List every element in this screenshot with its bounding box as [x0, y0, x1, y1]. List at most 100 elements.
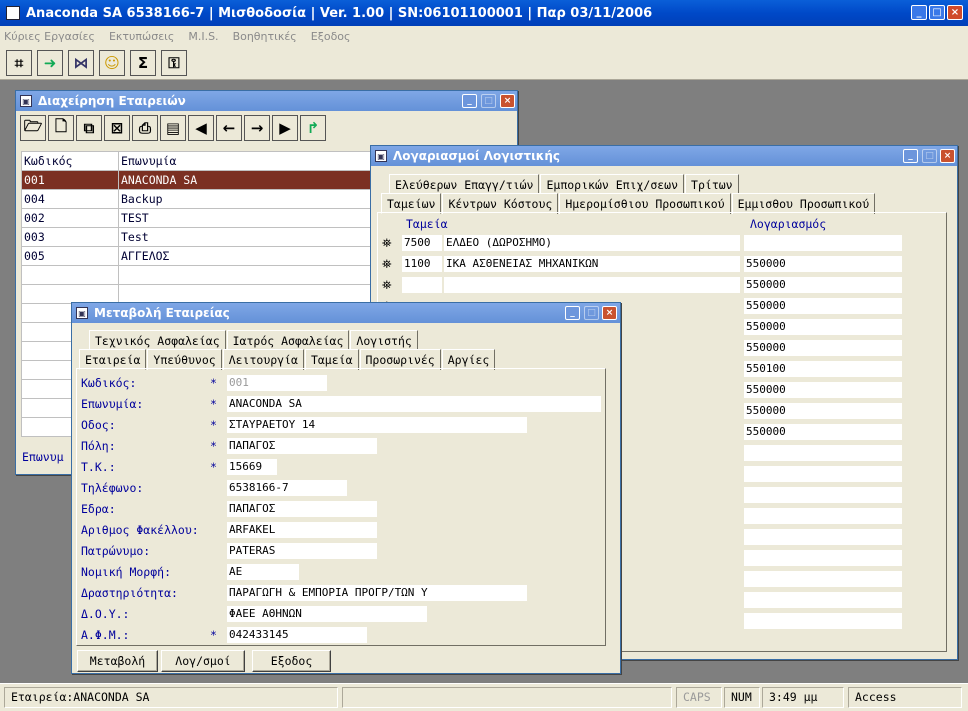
account-field[interactable]: 550000	[744, 403, 902, 419]
binoculars-icon[interactable]: ⛯	[382, 278, 392, 293]
tab-accountant[interactable]: Λογιστής	[350, 330, 418, 350]
binoculars-icon[interactable]: ⛯	[382, 257, 392, 272]
minimize-button[interactable]: _	[911, 5, 927, 20]
minimize-button[interactable]: _	[903, 149, 918, 163]
column-header-name[interactable]: Επωνυμία	[118, 151, 377, 171]
tab-third-parties[interactable]: Τρίτων	[685, 174, 739, 194]
tab-holidays[interactable]: Αργίες	[441, 349, 496, 370]
new-document-icon[interactable]: 🗋	[48, 115, 74, 141]
tab-businesses[interactable]: Εμπορικών Επιχ/σεων	[540, 174, 685, 194]
table-row[interactable]: 005 ΑΓΓΕΛΟΣ	[21, 246, 377, 266]
form-field[interactable]: ΠΑΡΑΓΩΓΗ & ΕΜΠΟΡΙΑ ΠΡΟΓΡ/ΤΩΝ Υ	[227, 585, 527, 601]
account-field[interactable]: 550000	[744, 277, 902, 293]
companies-title-bar[interactable]: ▣ Διαχείρηση Εταιρειών _ □ ×	[16, 91, 517, 111]
account-field[interactable]	[744, 592, 902, 608]
cell-name[interactable]: ANACONDA SA	[118, 170, 377, 190]
account-field[interactable]	[744, 235, 902, 251]
menu-exit[interactable]: Εξοδος	[311, 30, 351, 43]
menu-mis[interactable]: M.I.S.	[188, 30, 218, 43]
fund-code[interactable]: 7500	[402, 235, 442, 251]
account-field[interactable]: 550000	[744, 298, 902, 314]
account-field[interactable]	[744, 613, 902, 629]
network-icon[interactable]: ⋈	[68, 49, 94, 76]
fund-name[interactable]	[444, 277, 740, 293]
account-field[interactable]: 550000	[744, 340, 902, 356]
delete-icon[interactable]: ⊠	[104, 115, 130, 141]
tab-safety-doctor[interactable]: Ιατρός Ασφαλείας	[226, 330, 350, 350]
cell-code[interactable]: 003	[21, 227, 119, 247]
close-button[interactable]: ×	[500, 94, 515, 108]
tab-responsible[interactable]: Υπεύθυνος	[147, 349, 222, 370]
tab-funds[interactable]: Ταμεία	[304, 349, 359, 370]
first-record-icon[interactable]: ◀	[188, 115, 214, 141]
account-field[interactable]: 550000	[744, 424, 902, 440]
maximize-button[interactable]: □	[929, 5, 945, 20]
cell-code[interactable]: 001	[21, 170, 119, 190]
form-field[interactable]: 042433145	[227, 627, 367, 643]
cell-name[interactable]: ΑΓΓΕΛΟΣ	[118, 246, 377, 266]
form-field[interactable]: 6538166-7	[227, 480, 347, 496]
tab-funds[interactable]: Ταμείων	[381, 193, 442, 214]
account-field[interactable]: 550100	[744, 361, 902, 377]
print-icon[interactable]: ⎙	[132, 115, 158, 141]
minimize-button[interactable]: _	[565, 306, 580, 320]
company-edit-title-bar[interactable]: ▣ Μεταβολή Εταιρείας _ □ ×	[72, 303, 620, 323]
tab-cost-centers[interactable]: Κέντρων Κόστους	[442, 193, 559, 214]
table-row[interactable]: 004 Backup	[21, 189, 377, 209]
tab-temporary[interactable]: Προσωρινές	[359, 349, 441, 370]
fund-name[interactable]: ΕΛΔΕΟ (ΔΩΡΟΣΗΜΟ)	[444, 235, 740, 251]
close-button[interactable]: ×	[602, 306, 617, 320]
cell-code[interactable]: 002	[21, 208, 119, 228]
previous-record-icon[interactable]: ←	[216, 115, 242, 141]
exit-icon[interactable]: ↱	[300, 115, 326, 141]
form-field[interactable]: ΠΑΠΑΓΟΣ	[227, 501, 377, 517]
menu-main-tasks[interactable]: Κύριες Εργασίες	[4, 30, 95, 43]
minimize-button[interactable]: _	[462, 94, 477, 108]
close-button[interactable]: ×	[947, 5, 963, 20]
table-row[interactable]: 002 TEST	[21, 208, 377, 228]
form-field[interactable]: PATERAS	[227, 543, 377, 559]
form-field[interactable]: ΦΑΕΕ ΑΘΗΝΩΝ	[227, 606, 427, 622]
binoculars-icon[interactable]: ⛯	[382, 236, 392, 251]
menu-utilities[interactable]: Βοηθητικές	[233, 30, 297, 43]
account-field[interactable]	[744, 550, 902, 566]
table-row[interactable]: 003 Test	[21, 227, 377, 247]
accounts-title-bar[interactable]: ▣ Λογαριασμοί Λογιστικής _ □ ×	[371, 146, 957, 166]
fund-code[interactable]: 1100	[402, 256, 442, 272]
transfer-icon[interactable]: ➜	[37, 49, 63, 76]
tab-salaried-staff[interactable]: Εμμισθου Προσωπικού	[731, 193, 876, 214]
cell-name[interactable]: TEST	[118, 208, 377, 228]
tab-company[interactable]: Εταιρεία	[79, 349, 147, 370]
form-field[interactable]: 15669	[227, 459, 277, 475]
cell-name[interactable]: Backup	[118, 189, 377, 209]
account-field[interactable]	[744, 529, 902, 545]
key-icon[interactable]: ⚿	[161, 49, 187, 76]
accounts-button[interactable]: Λογ/σμοί	[161, 650, 245, 672]
tab-freelancers[interactable]: Ελεύθερων Επαγγ/τιών	[389, 174, 540, 194]
menu-printouts[interactable]: Εκτυπώσεις	[109, 30, 174, 43]
cell-code[interactable]: 004	[21, 189, 119, 209]
form-field[interactable]: ARFAKEL	[227, 522, 377, 538]
account-field[interactable]	[744, 466, 902, 482]
change-button[interactable]: Μεταβολή	[77, 650, 158, 672]
form-field[interactable]: ΑΕ	[227, 564, 299, 580]
preview-icon[interactable]: ▤	[160, 115, 186, 141]
table-row[interactable]: 001 ANACONDA SA	[21, 170, 377, 190]
account-field[interactable]	[744, 571, 902, 587]
tab-safety-technician[interactable]: Τεχνικός Ασφαλείας	[89, 330, 226, 350]
table-row[interactable]	[21, 284, 377, 304]
last-record-icon[interactable]: ▶	[272, 115, 298, 141]
copy-icon[interactable]: ⧉	[76, 115, 102, 141]
open-folder-icon[interactable]: 🗁	[20, 115, 46, 141]
table-row[interactable]	[21, 265, 377, 285]
form-field[interactable]: ΣΤΑΥΡΑΕΤΟΥ 14	[227, 417, 527, 433]
account-field[interactable]: 550000	[744, 319, 902, 335]
next-record-icon[interactable]: →	[244, 115, 270, 141]
form-field[interactable]: 001	[227, 375, 327, 391]
form-field[interactable]: ANACONDA SA	[227, 396, 601, 412]
cell-code[interactable]: 005	[21, 246, 119, 266]
account-field[interactable]	[744, 445, 902, 461]
account-field[interactable]	[744, 508, 902, 524]
tab-operation[interactable]: Λειτουργία	[222, 349, 304, 370]
account-field[interactable]	[744, 487, 902, 503]
